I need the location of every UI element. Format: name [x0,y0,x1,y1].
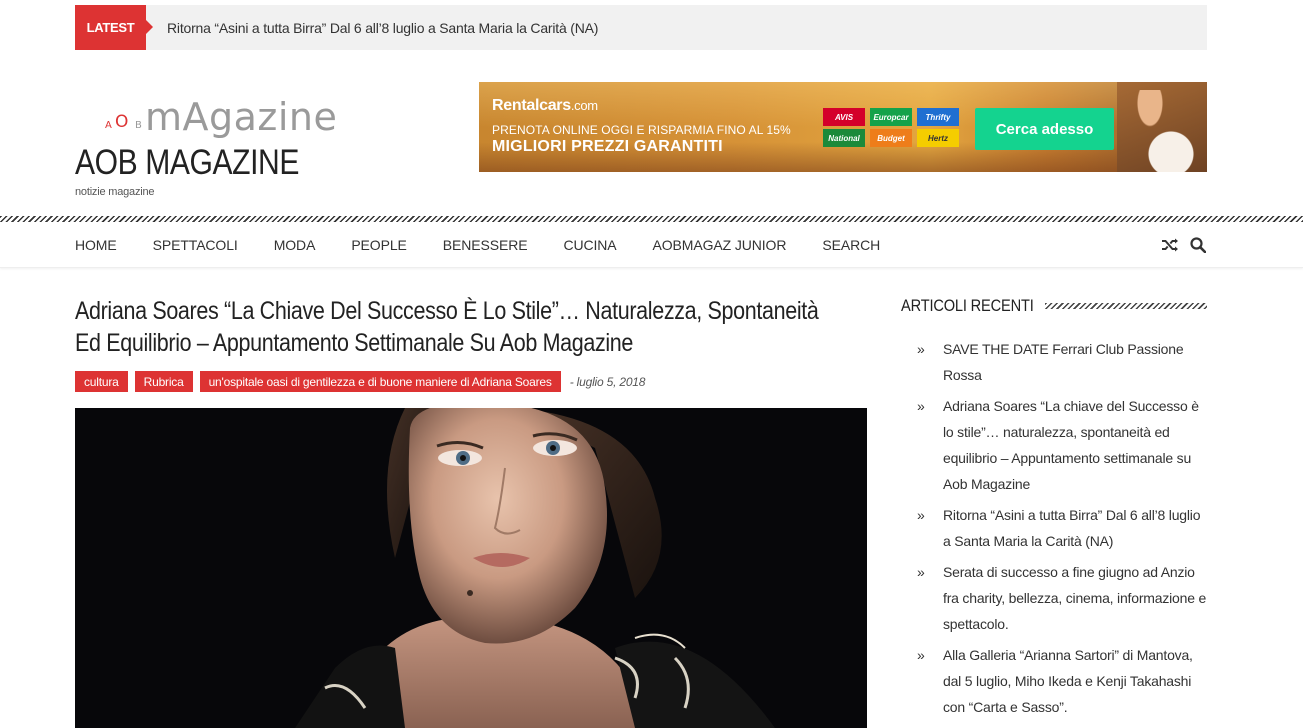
partner-logo: Europcar [870,108,912,126]
recent-article-link[interactable]: SAVE THE DATE Ferrari Club Passione Ross… [943,336,1207,388]
category-tag-oasi-gentilezza[interactable]: un'ospitale oasi di gentilezza e di buon… [199,371,561,392]
banner-brand-logo: Rentalcars.com [492,97,598,115]
site-title[interactable]: AOB MAGAZINE [75,143,307,183]
nav-item-aobmagaz-junior[interactable]: AOBMAGAZ JUNIOR [653,237,787,253]
latest-ticker: LATEST Ritorna “Asini a tutta Birra” Dal… [75,5,1207,50]
partner-logo: National [823,129,865,147]
nav-item-cucina[interactable]: CUCINA [563,237,616,253]
category-tag-rubrica[interactable]: Rubrica [134,371,193,392]
partner-logo: AVIS [823,108,865,126]
partner-logo: Budget [870,129,912,147]
cerca-adesso-button[interactable]: Cerca adesso [975,108,1114,150]
nav-item-spettacoli[interactable]: SPETTACOLI [153,237,238,253]
article-meta: cultura Rubrica un'ospitale oasi di gent… [75,371,645,392]
latest-badge: LATEST [75,5,153,50]
recent-articles-list: » SAVE THE DATE Ferrari Club Passione Ro… [917,336,1207,725]
site-branding[interactable]: A O B mAgazine AOB MAGAZINE notizie maga… [75,95,345,198]
recent-articles-widget-title: ARTICOLI RECENTI [901,296,1207,316]
article-title[interactable]: Adriana Soares “La Chiave Del Successo È… [75,295,849,359]
site-logo[interactable]: A O B mAgazine [75,95,345,141]
bullet-icon: » [917,507,925,523]
bullet-icon: » [917,341,925,357]
recent-article-link[interactable]: Ritorna “Asini a tutta Birra” Dal 6 all’… [943,502,1207,554]
banner-guarantee-text: MIGLIORI PREZZI GARANTITI [492,138,723,155]
widget-title-rule [1045,303,1207,309]
banner-offer-text: PRENOTA ONLINE OGGI E RISPARMIA FINO AL … [492,123,791,137]
list-item: » Alla Galleria “Arianna Sartori” di Man… [917,642,1207,720]
list-item: » SAVE THE DATE Ferrari Club Passione Ro… [917,336,1207,388]
logo-letter-a: A [105,120,112,131]
main-navigation: HOME SPETTACOLI MODA PEOPLE BENESSERE CU… [0,222,1303,268]
recent-article-link[interactable]: Adriana Soares “La chiave del Successo è… [943,393,1207,497]
logo-letter-o: O [115,112,129,132]
widget-title-text: ARTICOLI RECENTI [901,296,1034,315]
list-item: » Serata di successo a fine giugno ad An… [917,559,1207,637]
article-date: - luglio 5, 2018 [569,374,646,389]
site-tagline: notizie magazine [75,186,155,198]
rentalcars-banner-ad[interactable]: Rentalcars.com PRENOTA ONLINE OGGI E RIS… [479,82,1207,172]
logo-magazine-word: mAgazine [145,95,338,139]
bullet-icon: » [917,564,925,580]
logo-letter-b: B [135,120,142,131]
nav-item-search[interactable]: SEARCH [822,237,880,253]
category-tag-cultura[interactable]: cultura [75,371,128,392]
banner-brand: Rentalcars [492,97,571,114]
nav-item-home[interactable]: HOME [75,237,117,253]
ticker-headline-link[interactable]: Ritorna “Asini a tutta Birra” Dal 6 all’… [167,20,598,36]
portrait-photo [75,408,867,728]
partner-logos: AVIS Europcar Thrifty National Budget He… [823,108,959,147]
article-featured-image[interactable] [75,408,867,728]
banner-brand-suffix: .com [570,98,598,113]
list-item: » Adriana Soares “La chiave del Successo… [917,393,1207,497]
nav-item-people[interactable]: PEOPLE [351,237,407,253]
partner-logo: Hertz [917,129,959,147]
list-item: » Ritorna “Asini a tutta Birra” Dal 6 al… [917,502,1207,554]
partner-logo: Thrifty [917,108,959,126]
nav-item-moda[interactable]: MODA [274,237,316,253]
bullet-icon: » [917,647,925,663]
recent-article-link[interactable]: Serata di successo a fine giugno ad Anzi… [943,559,1207,637]
nav-item-benessere[interactable]: BENESSERE [443,237,528,253]
search-icon[interactable] [1189,236,1207,254]
recent-article-link[interactable]: Alla Galleria “Arianna Sartori” di Manto… [943,642,1207,720]
bullet-icon: » [917,398,925,414]
banner-feet-image [1133,90,1167,134]
shuffle-icon[interactable] [1161,236,1179,254]
